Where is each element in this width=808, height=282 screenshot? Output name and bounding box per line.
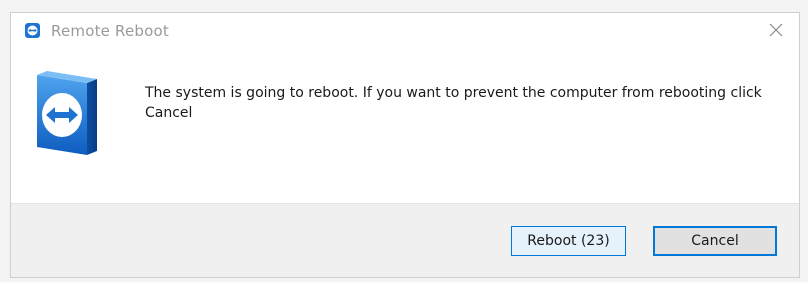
reboot-button[interactable]: Reboot (23) xyxy=(511,226,626,256)
close-button[interactable] xyxy=(753,13,799,49)
cancel-button[interactable]: Cancel xyxy=(653,226,777,256)
button-bar: Reboot (23) Cancel xyxy=(11,203,799,277)
window-title: Remote Reboot xyxy=(51,22,169,40)
remote-reboot-dialog: Remote Reboot The system is going to reb… xyxy=(10,12,800,278)
dialog-content: The system is going to reboot. If you wa… xyxy=(11,49,799,203)
teamviewer-logo-icon xyxy=(29,69,101,159)
teamviewer-icon xyxy=(25,23,40,38)
title-bar[interactable]: Remote Reboot xyxy=(11,13,799,49)
reboot-message: The system is going to reboot. If you wa… xyxy=(145,85,762,121)
close-icon xyxy=(769,22,783,41)
